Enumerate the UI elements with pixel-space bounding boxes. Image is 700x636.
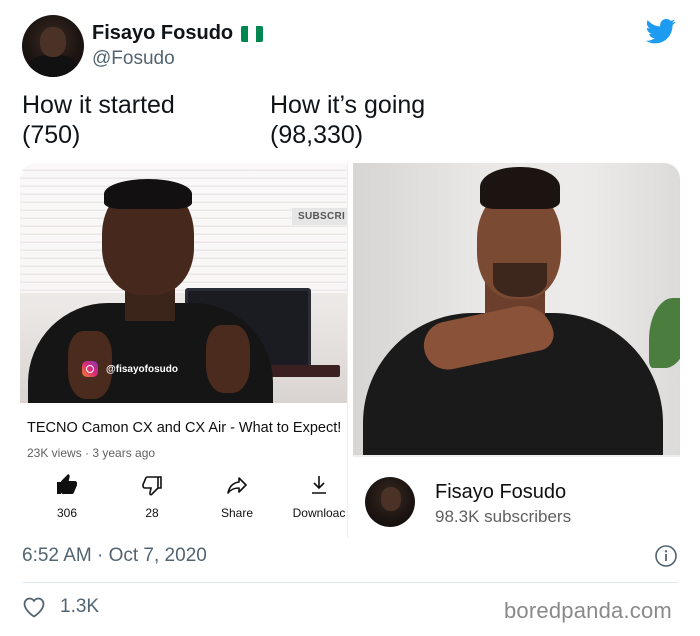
thumbs-up-hand-right [206, 325, 250, 393]
author-avatar[interactable] [22, 15, 84, 77]
thumbs-up-icon [57, 474, 77, 494]
instagram-icon [82, 361, 98, 377]
share-button[interactable]: Share [202, 473, 272, 520]
dislike-count: 28 [145, 506, 159, 520]
flag-stripe-left [241, 25, 249, 42]
video-meta: 23K views · 3 years ago [27, 446, 156, 460]
tweet-text-left-line2: (750) [22, 121, 81, 149]
avatar-face [40, 27, 66, 57]
instagram-tag: @fisayofosudo [82, 361, 178, 377]
person-beard [493, 263, 547, 297]
channel-name[interactable]: Fisayo Fosudo [435, 481, 566, 504]
like-action[interactable]: 1.3K [22, 596, 99, 618]
download-label: Downloac [292, 506, 346, 520]
tweet-text-right-line1: How it’s going [270, 91, 426, 119]
media-right-youtube-screenshot[interactable]: Fisayo Fosudo 98.3K subscribers [353, 163, 680, 538]
flag-stripe-right [255, 25, 264, 42]
footer-divider [22, 582, 678, 583]
like-count: 306 [56, 506, 78, 520]
twitter-bird-icon [645, 19, 676, 44]
background-plant [649, 298, 680, 368]
like-count-total: 1.3K [60, 596, 100, 617]
info-icon[interactable] [654, 544, 678, 568]
right-video-frame[interactable] [353, 163, 680, 457]
tweet-text-left: How it started (750) [22, 90, 175, 150]
channel-avatar[interactable] [365, 477, 415, 527]
tweet-text-right: How it’s going (98,330) [270, 90, 425, 150]
person-hair [480, 167, 560, 209]
nigeria-flag-icon [241, 25, 264, 42]
share-label: Share [220, 506, 254, 520]
channel-avatar-face [381, 487, 401, 511]
download-icon [312, 476, 326, 494]
tweet-card: Fisayo Fosudo @Fosudo How it started (75… [0, 0, 700, 636]
like-button[interactable]: 306 [32, 473, 102, 520]
instagram-handle: @fisayofosudo [106, 363, 178, 375]
avatar-shirt [28, 55, 78, 77]
author-handle[interactable]: @Fosudo [92, 48, 175, 70]
video-title[interactable]: TECNO Camon CX and CX Air - What to Expe… [27, 420, 341, 436]
author-display-name[interactable]: Fisayo Fosudo [92, 22, 233, 45]
tweet-timestamp[interactable]: 6:52 AM · Oct 7, 2020 [22, 545, 207, 567]
author-name-row: Fisayo Fosudo [92, 22, 264, 45]
download-button[interactable]: Downloac [284, 473, 354, 520]
thumbs-down-icon [142, 476, 162, 496]
person-hair [104, 179, 192, 209]
dislike-button[interactable]: 28 [117, 473, 187, 520]
left-video-frame[interactable]: SUBSCRI @fisayofosudo [20, 163, 347, 403]
tweet-text-left-line1: How it started [22, 91, 175, 119]
share-icon [227, 477, 247, 494]
flag-stripe-middle [248, 25, 256, 42]
video-action-bar: 306 28 Share Downloac [20, 473, 347, 528]
channel-subscriber-count: 98.3K subscribers [435, 507, 572, 526]
tweet-text-right-line2: (98,330) [270, 121, 364, 149]
media-left-youtube-screenshot[interactable]: SUBSCRI @fisayofosudo TECNO Camon CX and… [20, 163, 348, 538]
heart-icon[interactable] [22, 596, 46, 618]
subscribe-overlay: SUBSCRI [292, 208, 347, 225]
tweet-media[interactable]: SUBSCRI @fisayofosudo TECNO Camon CX and… [20, 163, 680, 538]
boredpanda-watermark: boredpanda.com [504, 598, 672, 623]
